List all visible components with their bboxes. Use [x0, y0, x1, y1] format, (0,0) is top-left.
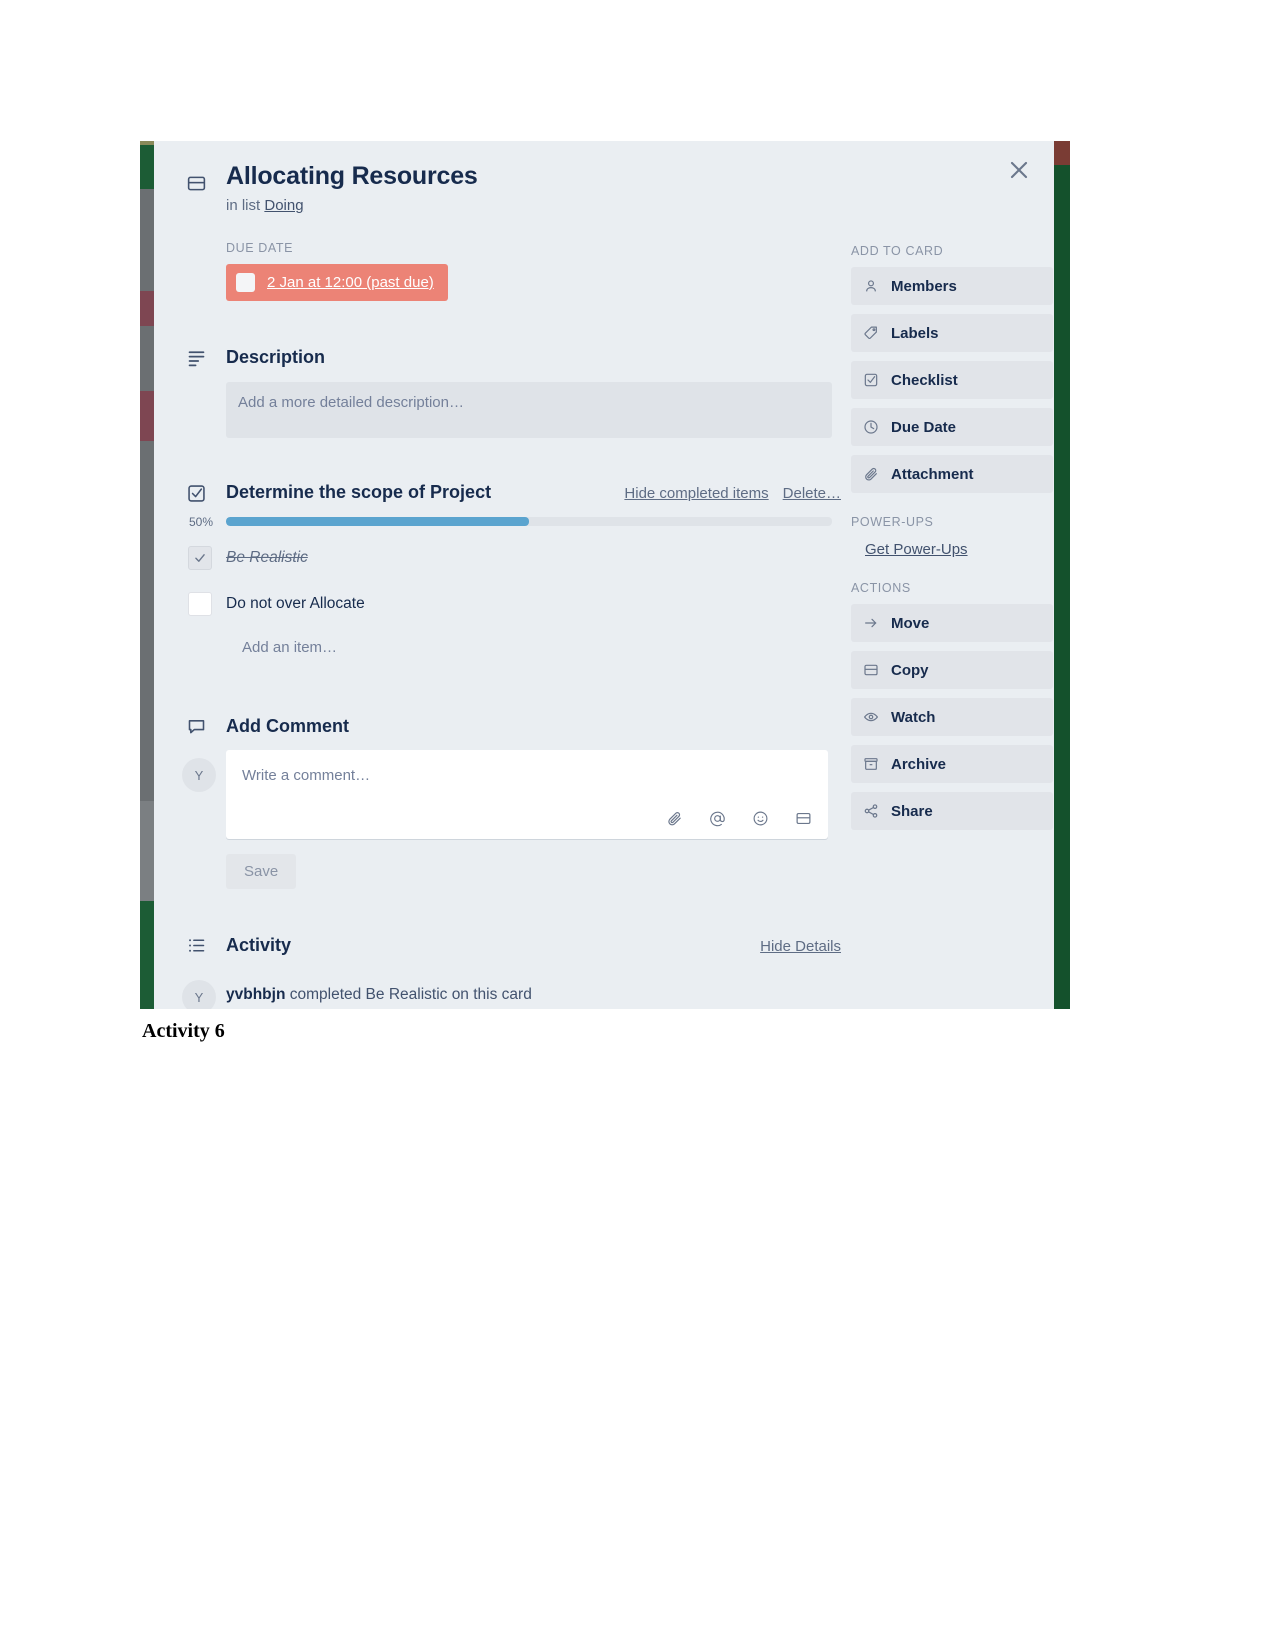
checklist-title: Determine the scope of Project — [226, 482, 492, 502]
sidebar-item-copy[interactable]: Copy — [851, 651, 1053, 689]
sidebar-divider — [851, 559, 1053, 581]
card-list-breadcrumb: in list Doing — [154, 193, 1054, 214]
activity-header: Activity Hide Details — [154, 933, 844, 957]
checklist-progress: 50% — [154, 515, 844, 531]
checklist-item-label: Be Realistic — [226, 549, 308, 566]
due-date-label: DUE DATE — [226, 241, 294, 255]
page-title: Allocating Resources — [226, 162, 478, 190]
sidebar-item-label: Watch — [891, 708, 936, 726]
add-comment-heading: Add Comment — [226, 716, 349, 736]
checklist-progress-percent: 50% — [189, 515, 214, 529]
document-page: Allocating Resources in list Doing DUE D… — [0, 0, 1275, 1651]
attachment-icon — [863, 466, 879, 482]
checklist-progress-fill — [226, 517, 529, 526]
card-icon — [186, 173, 207, 199]
checklist-icon — [863, 372, 879, 388]
emoji-icon[interactable] — [752, 810, 769, 827]
checklist-item-checkbox[interactable] — [188, 546, 212, 570]
add-checklist-item-input[interactable]: Add an item… — [154, 639, 844, 656]
sidebar-item-label: Move — [891, 614, 930, 632]
actions-label: ACTIONS — [851, 581, 911, 595]
trello-card-screenshot: Allocating Resources in list Doing DUE D… — [140, 141, 1070, 1009]
sidebar-item-checklist[interactable]: Checklist — [851, 361, 1053, 399]
archive-icon — [863, 756, 879, 772]
checklist-item[interactable]: Be Realistic — [154, 539, 844, 577]
sidebar-item-label: Checklist — [891, 371, 958, 389]
description-heading: Description — [226, 347, 326, 367]
label-icon — [863, 325, 879, 341]
sidebar-item-label: Archive — [891, 755, 947, 773]
checklist-progress-track — [226, 517, 832, 526]
activity-entry-text: completed Be Realistic on this card — [285, 986, 532, 1003]
board-background-strip-right — [1054, 141, 1070, 1009]
checklist-item-label: Do not over Allocate — [226, 595, 365, 612]
sidebar-item-label: Due Date — [891, 418, 957, 436]
eye-icon — [863, 709, 879, 725]
sidebar-item-attachment[interactable]: Attachment — [851, 455, 1053, 493]
comment-bubble-icon — [186, 716, 207, 742]
arrow-right-icon — [863, 615, 879, 631]
checklist-item[interactable]: Do not over Allocate — [154, 585, 844, 623]
checklist-item-checkbox[interactable] — [188, 592, 212, 616]
clock-icon — [863, 419, 879, 435]
sidebar-item-label: Labels — [891, 324, 939, 342]
delete-checklist-link[interactable]: Delete… — [783, 485, 841, 502]
add-comment-section: Add Comment Y Write a comment… Save — [154, 714, 844, 889]
checklist-header: Determine the scope of Project Hide comp… — [154, 482, 844, 503]
sidebar-item-archive[interactable]: Archive — [851, 745, 1053, 783]
description-icon — [186, 347, 207, 373]
avatar: Y — [182, 758, 216, 792]
sidebar-item-label: Share — [891, 802, 933, 820]
get-power-ups-link[interactable]: Get Power-Ups — [865, 541, 968, 558]
list-name-link[interactable]: Doing — [264, 197, 303, 214]
activity-entry-user: yvbhbjn — [226, 986, 286, 1003]
due-date-value: 2 Jan at 12:00 (past due) — [267, 274, 434, 291]
sidebar-item-label: Attachment — [891, 465, 974, 483]
comment-placeholder: Write a comment… — [242, 767, 371, 784]
add-to-card-label: ADD TO CARD — [851, 244, 944, 258]
activity-heading: Activity — [226, 935, 292, 955]
checklist-section: Determine the scope of Project Hide comp… — [154, 482, 844, 656]
activity-section: Activity Hide Details Y yvbhbjn complete… — [154, 933, 844, 1009]
comment-toolbar — [666, 810, 812, 827]
sidebar-divider — [851, 493, 1053, 515]
checklist-actions: Hide completed items Delete… — [624, 485, 841, 502]
in-list-label: in list — [226, 197, 261, 214]
power-ups-label: POWER-UPS — [851, 515, 934, 529]
activity-entry: Y yvbhbjn completed Be Realistic on this… — [154, 980, 844, 1009]
sidebar-item-due-date[interactable]: Due Date — [851, 408, 1053, 446]
sidebar-item-members[interactable]: Members — [851, 267, 1053, 305]
save-comment-button[interactable]: Save — [226, 854, 297, 889]
card-detail-modal: Allocating Resources in list Doing DUE D… — [154, 141, 1054, 1009]
avatar: Y — [182, 980, 216, 1009]
attachment-icon[interactable] — [666, 810, 683, 827]
sidebar-item-label: Members — [891, 277, 957, 295]
member-icon — [863, 278, 879, 294]
card-header: Allocating Resources in list Doing — [154, 159, 1054, 214]
comment-input[interactable]: Write a comment… — [226, 750, 828, 839]
due-date-badge[interactable]: 2 Jan at 12:00 (past due) — [226, 264, 448, 301]
card-icon — [863, 662, 879, 678]
description-section: Description Add a more detailed descript… — [154, 345, 844, 438]
hide-completed-items-link[interactable]: Hide completed items — [624, 485, 768, 502]
sidebar-item-share[interactable]: Share — [851, 792, 1053, 830]
card-icon[interactable] — [795, 810, 812, 827]
card-sidebar: ADD TO CARD Members Labels Checklist Due… — [851, 241, 1053, 830]
share-icon — [863, 803, 879, 819]
sidebar-item-labels[interactable]: Labels — [851, 314, 1053, 352]
due-date-section: DUE DATE 2 Jan at 12:00 (past due) — [154, 241, 844, 301]
due-date-checkbox[interactable] — [236, 273, 255, 292]
mention-icon[interactable] — [709, 810, 726, 827]
description-input[interactable]: Add a more detailed description… — [226, 382, 832, 438]
card-main-column: DUE DATE 2 Jan at 12:00 (past due) Descr… — [154, 241, 844, 1009]
sidebar-item-move[interactable]: Move — [851, 604, 1053, 642]
sidebar-item-watch[interactable]: Watch — [851, 698, 1053, 736]
figure-caption: Activity 6 — [142, 1020, 225, 1042]
board-background-strip-left — [140, 141, 154, 1009]
hide-details-link[interactable]: Hide Details — [760, 938, 841, 955]
sidebar-item-label: Copy — [891, 661, 929, 679]
